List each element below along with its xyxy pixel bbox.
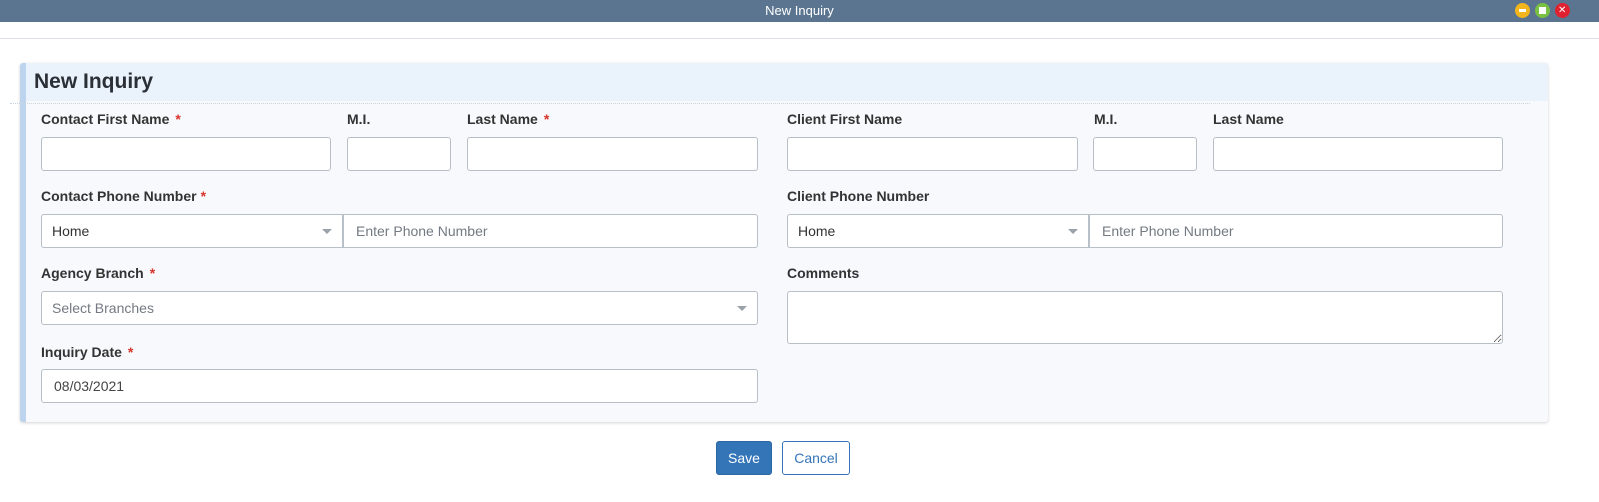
contact-phone-type-select[interactable]: Home bbox=[41, 214, 343, 248]
client-last-name-input[interactable] bbox=[1213, 137, 1503, 171]
window-titlebar: New Inquiry bbox=[0, 0, 1599, 22]
contact-last-name-label: Last Name * bbox=[467, 111, 550, 127]
chevron-down-icon bbox=[322, 229, 332, 234]
client-phone-label: Client Phone Number bbox=[787, 188, 930, 204]
header-divider bbox=[10, 103, 1530, 104]
contact-last-name-input[interactable] bbox=[467, 137, 758, 171]
required-mark: * bbox=[127, 344, 134, 360]
comments-label: Comments bbox=[787, 265, 860, 281]
client-phone-type-value: Home bbox=[798, 223, 836, 239]
contact-phone-placeholder: Enter Phone Number bbox=[356, 223, 488, 239]
client-phone-placeholder: Enter Phone Number bbox=[1102, 223, 1234, 239]
maximize-icon[interactable] bbox=[1535, 3, 1550, 18]
contact-mi-input[interactable] bbox=[347, 137, 451, 171]
client-phone-input[interactable]: Enter Phone Number bbox=[1089, 214, 1503, 248]
agency-branch-select[interactable]: Select Branches bbox=[41, 291, 758, 325]
client-mi-input[interactable] bbox=[1093, 137, 1197, 171]
contact-phone-type-value: Home bbox=[52, 223, 90, 239]
contact-phone-input[interactable]: Enter Phone Number bbox=[343, 214, 758, 248]
form-title: New Inquiry bbox=[34, 70, 154, 93]
cancel-button[interactable]: Cancel bbox=[782, 441, 850, 475]
client-last-name-label: Last Name bbox=[1213, 111, 1284, 127]
inquiry-date-input[interactable]: 08/03/2021 bbox=[41, 369, 758, 403]
client-first-name-label: Client First Name bbox=[787, 111, 903, 127]
window-title: New Inquiry bbox=[765, 3, 834, 18]
contact-phone-label: Contact Phone Number * bbox=[41, 188, 207, 204]
client-first-name-input[interactable] bbox=[787, 137, 1078, 171]
comments-textarea[interactable] bbox=[787, 291, 1503, 344]
contact-mi-label: M.I. bbox=[347, 111, 371, 127]
required-mark: * bbox=[149, 265, 156, 281]
required-mark: * bbox=[543, 111, 550, 127]
chevron-down-icon bbox=[737, 306, 747, 311]
required-mark: * bbox=[175, 111, 181, 127]
chevron-down-icon bbox=[1068, 229, 1078, 234]
minimize-icon[interactable] bbox=[1515, 3, 1530, 18]
agency-branch-placeholder: Select Branches bbox=[52, 300, 154, 316]
client-phone-type-select[interactable]: Home bbox=[787, 214, 1089, 248]
agency-branch-label: Agency Branch * bbox=[41, 265, 156, 281]
inquiry-date-label: Inquiry Date * bbox=[41, 344, 134, 360]
client-mi-label: M.I. bbox=[1094, 111, 1118, 127]
contact-first-name-label: Contact First Name * bbox=[41, 111, 181, 127]
required-mark: * bbox=[200, 188, 207, 204]
save-button[interactable]: Save bbox=[716, 441, 772, 475]
toolbar-divider bbox=[0, 38, 1599, 39]
panel-header: New Inquiry bbox=[26, 63, 1548, 101]
inquiry-date-value: 08/03/2021 bbox=[54, 378, 125, 394]
contact-first-name-input[interactable] bbox=[41, 137, 331, 171]
close-icon[interactable] bbox=[1555, 3, 1570, 18]
